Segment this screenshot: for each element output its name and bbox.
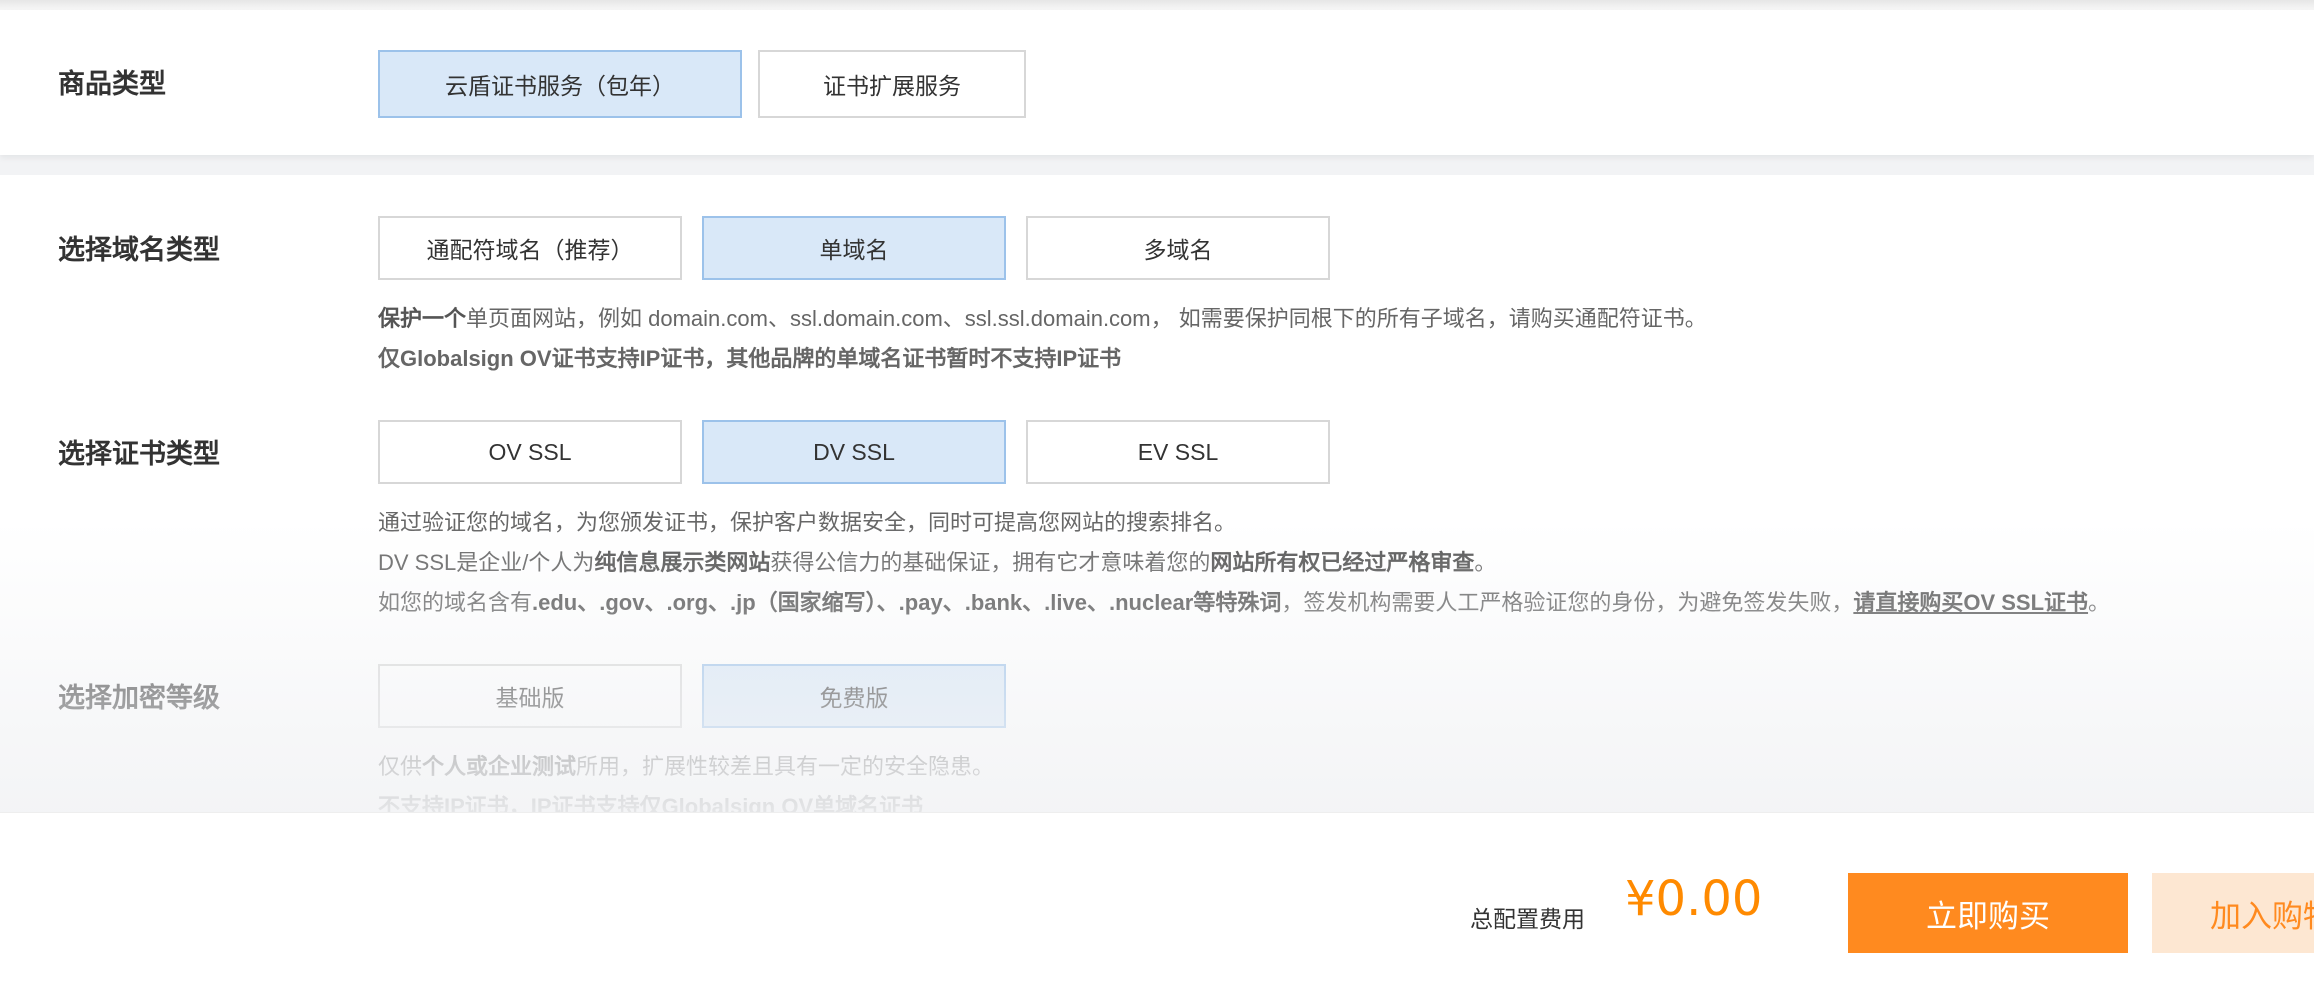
total-price: ¥0.00 bbox=[1625, 871, 1763, 927]
purchase-footer: 总配置费用 ¥0.00 立即购买 加入购物车 bbox=[0, 812, 2314, 982]
encryption-desc-1: 仅供个人或企业测试所用，扩展性较差且具有一定的安全隐患。 bbox=[378, 747, 994, 787]
cert-desc-3-a: 如您的域名含有 bbox=[378, 590, 533, 615]
config-section: 选择域名类型 通配符域名（推荐） 单域名 多域名 保护一个单页面网站，例如 do… bbox=[0, 175, 2314, 812]
cert-desc-2-b: 纯信息展示类网站 bbox=[594, 550, 771, 575]
buy-now-button[interactable]: 立即购买 bbox=[1848, 873, 2128, 953]
top-divider-strip bbox=[0, 0, 2314, 10]
domain-option-multi[interactable]: 多域名 bbox=[1026, 216, 1330, 280]
cert-desc-3-b: .edu、.gov、.org、.jp（国家缩写）、.pay、.bank、.liv… bbox=[532, 590, 1282, 615]
domain-type-desc-2: 仅Globalsign OV证书支持IP证书，其他品牌的单域名证书暂时不支持IP… bbox=[378, 346, 1122, 371]
domain-option-wildcard[interactable]: 通配符域名（推荐） bbox=[378, 216, 682, 280]
product-option-cert-extension[interactable]: 证书扩展服务 bbox=[758, 50, 1026, 118]
cert-option-dv-ssl[interactable]: DV SSL bbox=[702, 420, 1006, 484]
cert-option-ev-ssl[interactable]: EV SSL bbox=[1026, 420, 1330, 484]
enc-desc-1-a: 仅供 bbox=[378, 754, 423, 779]
cert-desc-3-d: 。 bbox=[2088, 590, 2111, 615]
add-to-cart-button[interactable]: 加入购物车 bbox=[2152, 873, 2314, 953]
total-cost-label: 总配置费用 bbox=[1470, 906, 1585, 932]
cert-desc-2-e: 。 bbox=[1474, 550, 1497, 575]
buy-ov-ssl-link[interactable]: 请直接购买OV SSL证书 bbox=[1853, 590, 2088, 615]
domain-option-single[interactable]: 单域名 bbox=[702, 216, 1006, 280]
cert-desc-2-c: 获得公信力的基础保证，拥有它才意味着您的 bbox=[770, 550, 1211, 575]
cert-desc-2-a: DV SSL是企业/个人为 bbox=[378, 550, 595, 575]
product-option-cloud-cert[interactable]: 云盾证书服务（包年） bbox=[378, 50, 742, 118]
cert-type-label: 选择证书类型 bbox=[58, 439, 220, 469]
product-type-section: 商品类型 云盾证书服务（包年） 证书扩展服务 bbox=[0, 10, 2314, 155]
domain-type-desc-1: 保护一个单页面网站，例如 domain.com、ssl.domain.com、s… bbox=[378, 299, 1707, 339]
domain-type-label: 选择域名类型 bbox=[58, 235, 220, 265]
encryption-level-label: 选择加密等级 bbox=[58, 683, 220, 713]
cert-desc-2-d: 网站所有权已经过严格审查 bbox=[1210, 550, 1475, 575]
product-type-label: 商品类型 bbox=[58, 69, 166, 99]
cert-type-desc-2: DV SSL是企业/个人为纯信息展示类网站获得公信力的基础保证，拥有它才意味着您… bbox=[378, 543, 1496, 583]
domain-desc-bold: 保护一个 bbox=[378, 306, 467, 331]
cert-option-ov-ssl[interactable]: OV SSL bbox=[378, 420, 682, 484]
cert-type-desc-1: 通过验证您的域名，为您颁发证书，保护客户数据安全，同时可提高您网站的搜索排名。 bbox=[378, 510, 1237, 535]
cert-type-desc-3: 如您的域名含有.edu、.gov、.org、.jp（国家缩写）、.pay、.ba… bbox=[378, 583, 2110, 623]
enc-desc-1-c: 所用，扩展性较差且具有一定的安全隐患。 bbox=[576, 754, 995, 779]
encryption-desc-2: 不支持IP证书，IP证书支持仅Globalsign OV单域名证书 bbox=[378, 794, 924, 812]
enc-desc-1-b: 个人或企业测试 bbox=[422, 754, 577, 779]
cert-desc-3-c: ，签发机构需要人工严格验证您的身份，为避免签发失败， bbox=[1281, 590, 1854, 615]
encryption-option-free[interactable]: 免费版 bbox=[702, 664, 1006, 728]
encryption-option-basic[interactable]: 基础版 bbox=[378, 664, 682, 728]
domain-desc-text: 单页面网站，例如 domain.com、ssl.domain.com、ssl.s… bbox=[466, 306, 1707, 331]
